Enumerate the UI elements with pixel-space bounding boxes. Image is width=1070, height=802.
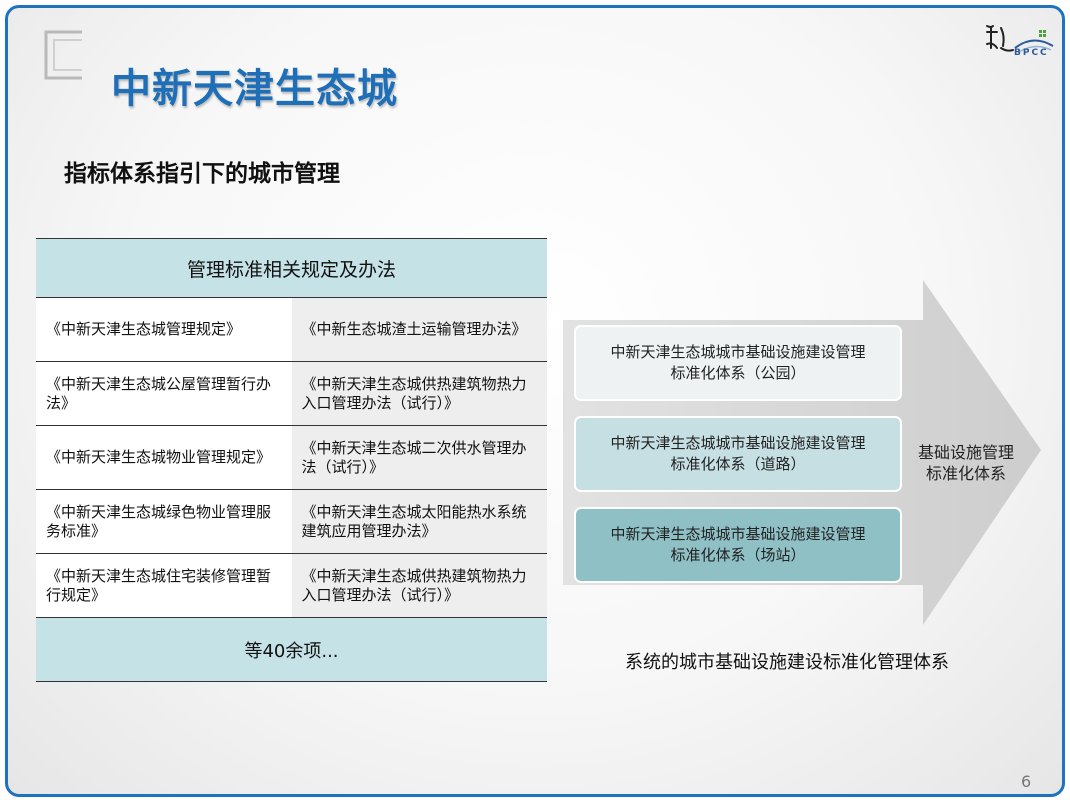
table-cell: 《中新天津生态城住宅装修管理暂行规定》 bbox=[36, 554, 292, 617]
slide-subtitle: 指标体系指引下的城市管理 bbox=[64, 161, 340, 187]
system-box-line: 中新天津生态城城市基础设施建设管理 bbox=[610, 434, 866, 452]
table-cell: 《中新天津生态城公屋管理暂行办法》 bbox=[36, 362, 292, 425]
logo-brand-text: BPCC bbox=[1014, 48, 1049, 58]
system-box-park: 中新天津生态城城市基础设施建设管理 标准化体系（公园） bbox=[574, 325, 902, 401]
system-box-line: 中新天津生态城城市基础设施建设管理 bbox=[610, 343, 866, 361]
system-box-line: 中新天津生态城城市基础设施建设管理 bbox=[610, 525, 866, 543]
table-cell: 《中新天津生态城管理规定》 bbox=[36, 298, 292, 361]
system-box-line: 标准化体系（公园） bbox=[670, 364, 806, 382]
table-cell: 《中新天津生态城物业管理规定》 bbox=[36, 426, 292, 489]
system-box-line: 标准化体系（场站） bbox=[670, 546, 806, 564]
table-row: 《中新天津生态城公屋管理暂行办法》 《中新天津生态城供热建筑物热力入口管理办法（… bbox=[36, 362, 547, 426]
table-header: 管理标准相关规定及办法 bbox=[36, 239, 547, 298]
table-cell: 《中新天津生态城太阳能热水系统建筑应用管理办法》 bbox=[291, 490, 547, 553]
table-row: 《中新天津生态城住宅装修管理暂行规定》 《中新天津生态城供热建筑物热力入口管理办… bbox=[36, 554, 547, 618]
table-row: 《中新天津生态城绿色物业管理服务标准》 《中新天津生态城太阳能热水系统建筑应用管… bbox=[36, 490, 547, 554]
regulations-table: 管理标准相关规定及办法 《中新天津生态城管理规定》 《中新生态城渣土运输管理办法… bbox=[36, 238, 547, 682]
arrow-label: 基础设施管理 标准化体系 bbox=[906, 442, 1026, 484]
system-box-station: 中新天津生态城城市基础设施建设管理 标准化体系（场站） bbox=[574, 507, 902, 583]
table-cell: 《中新天津生态城供热建筑物热力入口管理办法（试行）》 bbox=[291, 362, 547, 425]
table-cell: 《中新天津生态城二次供水管理办法（试行）》 bbox=[291, 426, 547, 489]
table-row: 《中新天津生态城物业管理规定》 《中新天津生态城二次供水管理办法（试行）》 bbox=[36, 426, 547, 490]
table-cell: 《中新天津生态城供热建筑物热力入口管理办法（试行）》 bbox=[291, 554, 547, 617]
table-cell: 《中新天津生态城绿色物业管理服务标准》 bbox=[36, 490, 292, 553]
slide-frame: 中新天津生态城 BPCC 指标体系指引下的城市管理 管理标准相关规定及办法 《中… bbox=[5, 5, 1065, 797]
table-cell: 《中新生态城渣土运输管理办法》 bbox=[291, 298, 547, 361]
system-box-road: 中新天津生态城城市基础设施建设管理 标准化体系（道路） bbox=[574, 416, 902, 492]
slide-title: 中新天津生态城 bbox=[111, 66, 398, 112]
system-caption: 系统的城市基础设施建设标准化管理体系 bbox=[625, 652, 949, 673]
arrow-label-line: 标准化体系 bbox=[925, 464, 1006, 483]
page-number: 6 bbox=[1021, 772, 1032, 791]
table-row: 《中新天津生态城管理规定》 《中新生态城渣土运输管理办法》 bbox=[36, 298, 547, 362]
corner-bracket-icon bbox=[44, 30, 82, 80]
table-footer: 等40余项... bbox=[36, 618, 547, 681]
system-box-line: 标准化体系（道路） bbox=[670, 455, 806, 473]
arrow-label-line: 基础设施管理 bbox=[917, 443, 1014, 462]
